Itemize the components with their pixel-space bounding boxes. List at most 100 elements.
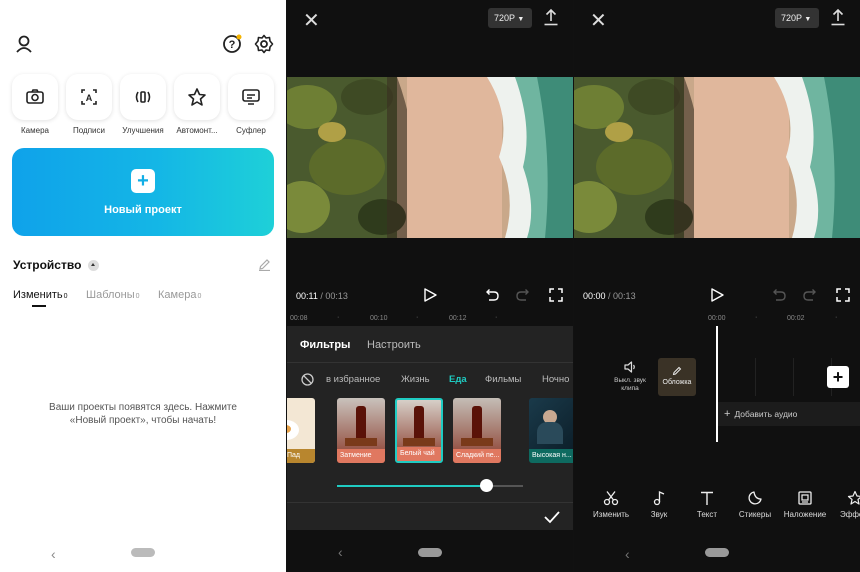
active-tab-underline: [32, 305, 46, 307]
close-icon[interactable]: ✕: [303, 8, 320, 33]
category-night[interactable]: Ночно: [542, 374, 569, 385]
tab-adjust[interactable]: Настроить: [367, 339, 421, 351]
filter-item[interactable]: Пад: [287, 398, 315, 463]
tab-templates[interactable]: Шаблоны0: [86, 289, 140, 301]
tool-effects-label: Эффе: [840, 510, 860, 519]
resolution-label: 720P: [781, 13, 802, 23]
plus-icon: +: [131, 169, 155, 193]
fullscreen-icon[interactable]: [548, 287, 564, 303]
edit-pencil-icon[interactable]: [258, 258, 271, 271]
tab-edit[interactable]: Изменить0: [13, 289, 68, 301]
add-audio-button[interactable]: + Добавить аудио: [718, 402, 860, 426]
plus-icon: +: [832, 367, 844, 387]
redo-icon[interactable]: [515, 287, 531, 303]
filter-item[interactable]: Сладкий пе...: [453, 398, 501, 463]
text-icon: [701, 491, 713, 505]
device-section-title[interactable]: Устройство: [13, 258, 99, 272]
play-icon[interactable]: [423, 288, 437, 302]
confirm-check-icon[interactable]: [543, 508, 561, 526]
current-time: 00:11: [296, 291, 318, 301]
tab-camera[interactable]: Камера0: [158, 289, 201, 301]
fullscreen-icon[interactable]: [835, 287, 851, 303]
tool-edit-label: Изменить: [592, 510, 630, 519]
overlay-icon: [798, 491, 812, 505]
tool-text[interactable]: Текст: [684, 490, 730, 519]
cover-label: Обложка: [662, 379, 692, 386]
close-icon[interactable]: ✕: [590, 8, 607, 33]
camera-icon: [26, 89, 44, 104]
teleprompter-button[interactable]: [228, 74, 274, 120]
undo-icon[interactable]: [771, 287, 787, 303]
mute-clip-label: Выкл. звук клипа: [614, 377, 646, 392]
category-favorites[interactable]: в избранное: [326, 374, 380, 385]
effects-icon: [847, 490, 860, 505]
nav-home-pill[interactable]: [705, 548, 729, 557]
no-filter-icon[interactable]: [301, 373, 314, 386]
sticker-icon: [748, 491, 762, 505]
new-project-label: Новый проект: [104, 204, 182, 216]
tab-filters[interactable]: Фильтры: [300, 339, 350, 351]
nav-back-icon[interactable]: ‹: [338, 544, 343, 560]
tab-camera-count: 0: [197, 293, 202, 300]
category-food[interactable]: Еда: [449, 374, 467, 385]
tool-stickers[interactable]: Стикеры: [732, 490, 778, 519]
playhead[interactable]: [716, 326, 718, 442]
editor-filters-screen: ✕ 720P ▼ 00:11 / 00:13 00:08 · 00:10 · 0…: [287, 0, 573, 572]
profile-icon[interactable]: [14, 34, 34, 54]
tool-audio[interactable]: Звук: [636, 490, 682, 519]
new-project-button[interactable]: + Новый проект: [12, 148, 274, 236]
automont-button[interactable]: [174, 74, 220, 120]
playback-time: 00:00 / 00:13: [583, 291, 636, 301]
empty-projects-message: Ваши проекты появятся здесь. Нажмите «Но…: [49, 402, 237, 426]
device-title-label: Устройство: [13, 258, 82, 272]
nav-home-pill[interactable]: [131, 548, 155, 557]
video-preview[interactable]: [574, 77, 860, 238]
clip-frame: [756, 358, 794, 396]
captions-icon: A: [81, 89, 97, 105]
ruler-tick: 00:12: [449, 315, 467, 322]
intensity-knob[interactable]: [479, 479, 493, 492]
help-icon[interactable]: ?: [222, 34, 242, 54]
enhance-button[interactable]: [120, 74, 166, 120]
nav-back-icon[interactable]: ‹: [51, 546, 56, 562]
add-clip-button[interactable]: +: [827, 366, 849, 388]
intensity-fill: [337, 485, 486, 487]
redo-icon[interactable]: [802, 287, 818, 303]
video-preview[interactable]: [287, 77, 573, 238]
resolution-dropdown[interactable]: 720P ▼: [775, 8, 819, 28]
filter-item-selected[interactable]: Белый чай: [395, 398, 443, 463]
scissors-icon: [603, 491, 619, 506]
resolution-dropdown[interactable]: 720P ▼: [488, 8, 532, 28]
nav-home-pill[interactable]: [418, 548, 442, 557]
camera-button[interactable]: [12, 74, 58, 120]
category-movies[interactable]: Фильмы: [485, 374, 521, 385]
current-time: 00:00: [583, 291, 606, 301]
undo-icon[interactable]: [484, 287, 500, 303]
edit-pencil-icon: [672, 366, 682, 376]
clip-frame: [718, 358, 756, 396]
plus-icon: +: [724, 408, 731, 420]
intensity-slider[interactable]: [337, 479, 523, 492]
enhance-label: Улучшения: [122, 126, 164, 135]
svg-text:A: A: [86, 93, 93, 103]
filter-label: Сладкий пе...: [453, 449, 501, 463]
tab-camera-label: Камера: [158, 289, 197, 301]
play-icon[interactable]: [710, 288, 724, 302]
filter-item[interactable]: Высокая н...: [529, 398, 573, 463]
teleprompter-icon: [242, 89, 260, 105]
tool-overlay[interactable]: Наложение: [782, 490, 828, 519]
nav-back-icon[interactable]: ‹: [625, 546, 630, 562]
tool-edit[interactable]: Изменить: [588, 490, 634, 519]
automont-label: Автомонт...: [176, 126, 218, 135]
export-icon[interactable]: [830, 8, 846, 26]
category-life[interactable]: Жизнь: [401, 374, 430, 385]
total-time: / 00:13: [320, 291, 348, 301]
mute-clip-button[interactable]: Выкл. звук клипа: [610, 360, 650, 393]
tool-effects[interactable]: Эффе: [832, 490, 860, 519]
cover-button[interactable]: Обложка: [658, 358, 696, 396]
filter-item[interactable]: Затмение: [337, 398, 385, 463]
export-icon[interactable]: [543, 8, 559, 26]
device-dropdown-icon: [87, 260, 99, 272]
settings-gear-icon[interactable]: [254, 34, 274, 54]
captions-button[interactable]: A: [66, 74, 112, 120]
